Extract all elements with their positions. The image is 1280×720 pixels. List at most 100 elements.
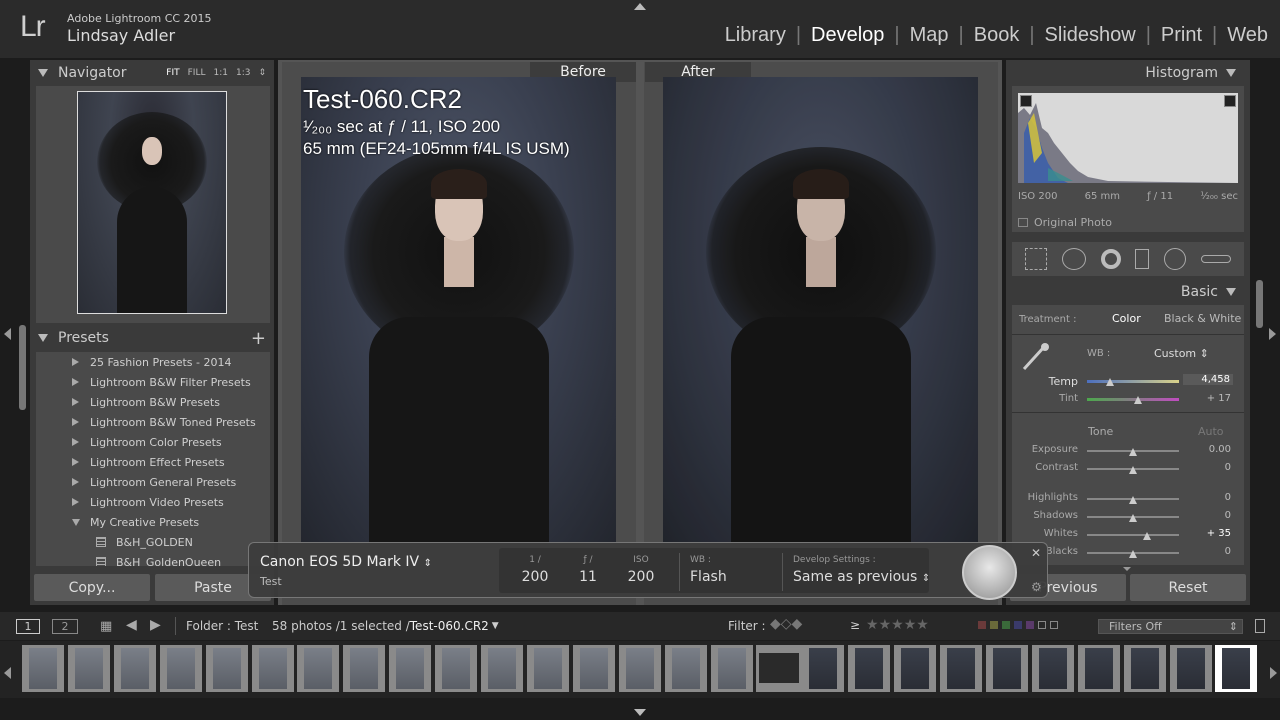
- hud-develop-settings[interactable]: Develop Settings : Same as previous ⇕: [793, 555, 930, 585]
- selected-filename[interactable]: Test-060.CR2: [410, 619, 489, 633]
- preset-folder[interactable]: Lightroom Effect Presets: [36, 452, 270, 472]
- temp-slider-track[interactable]: [1087, 380, 1179, 383]
- original-photo-toggle[interactable]: Original Photo: [1018, 216, 1112, 229]
- treatment-black-white[interactable]: Black & White: [1164, 312, 1241, 325]
- filmstrip-thumbnail[interactable]: [526, 645, 569, 692]
- temp-value-field[interactable]: 4,458: [1183, 374, 1233, 385]
- secondary-window-button[interactable]: 2: [52, 619, 78, 634]
- shadow-clipping-icon[interactable]: [1020, 95, 1032, 107]
- contrast-value[interactable]: 0: [1191, 462, 1231, 473]
- star-icon[interactable]: ★: [879, 617, 892, 633]
- navigator-header[interactable]: Navigator FIT FILL 1:1 1:3 ⇕: [30, 61, 274, 85]
- blacks-slider-knob[interactable]: [1129, 550, 1137, 558]
- whites-slider-knob[interactable]: [1142, 532, 1151, 540]
- module-map[interactable]: Map: [900, 24, 959, 47]
- preset-folder[interactable]: Lightroom General Presets: [36, 472, 270, 492]
- filmstrip-thumbnail[interactable]: [572, 645, 615, 692]
- left-panel-scrollbar[interactable]: [19, 325, 26, 410]
- exposure-slider-knob[interactable]: [1129, 448, 1137, 456]
- grid-view-icon[interactable]: ▦: [100, 619, 112, 634]
- no-label-icon[interactable]: [1038, 621, 1046, 629]
- filters-preset-select[interactable]: Filters Off ⇕: [1098, 619, 1243, 634]
- custom-label-icon[interactable]: [1050, 621, 1058, 629]
- filter-lock-icon[interactable]: [1255, 619, 1265, 633]
- navigator-thumbnail[interactable]: [77, 91, 227, 314]
- zoom-fit[interactable]: FIT: [166, 68, 179, 78]
- filmstrip-thumbnail[interactable]: [710, 645, 753, 692]
- wb-eyedropper-icon[interactable]: [1020, 342, 1052, 372]
- collapse-left-panel-icon[interactable]: [4, 328, 11, 340]
- module-slideshow[interactable]: Slideshow: [1035, 24, 1146, 47]
- right-panel-scrollbar[interactable]: [1256, 280, 1263, 328]
- hud-camera-select[interactable]: Canon EOS 5D Mark IV ⇕: [260, 554, 432, 570]
- filmstrip-thumbnail[interactable]: [435, 645, 478, 692]
- highlight-clipping-icon[interactable]: [1224, 95, 1236, 107]
- preset-folder[interactable]: Lightroom B&W Filter Presets: [36, 372, 270, 392]
- collapse-right-panel-icon[interactable]: [1269, 328, 1276, 340]
- shadows-value[interactable]: 0: [1191, 510, 1231, 521]
- filmstrip-thumbnail[interactable]: [22, 645, 64, 692]
- wb-select[interactable]: Custom ⇕: [1154, 347, 1209, 360]
- module-web[interactable]: Web: [1217, 24, 1268, 47]
- star-icon[interactable]: ★: [916, 617, 929, 633]
- histogram-graph[interactable]: [1018, 93, 1238, 183]
- graduated-filter-icon[interactable]: [1135, 249, 1150, 269]
- filmstrip-thumbnail[interactable]: [389, 645, 432, 692]
- filmstrip-thumbnail[interactable]: [802, 645, 845, 692]
- filmstrip-thumbnail[interactable]: [481, 645, 523, 692]
- add-preset-icon[interactable]: +: [251, 328, 266, 349]
- rating-filter-stars[interactable]: ★★★★★: [866, 617, 929, 633]
- filmstrip-thumbnail[interactable]: [343, 645, 386, 692]
- filmstrip-thumbnail[interactable]: [985, 645, 1028, 692]
- capture-button[interactable]: [962, 545, 1017, 600]
- treatment-color[interactable]: Color: [1112, 312, 1141, 325]
- basic-header[interactable]: Basic: [1012, 280, 1244, 304]
- collapse-bottom-panel-icon[interactable]: [634, 709, 646, 716]
- flag-filter-icons[interactable]: ◆◇◆: [770, 616, 802, 632]
- filmstrip-thumbnail[interactable]: [1031, 645, 1074, 692]
- filmstrip-thumbnail[interactable]: [894, 645, 937, 692]
- folder-source[interactable]: Folder : Test: [186, 619, 258, 633]
- filmstrip-thumbnail[interactable]: [664, 645, 707, 692]
- yellow-label-icon[interactable]: [990, 621, 998, 629]
- blacks-value[interactable]: 0: [1191, 546, 1231, 557]
- green-label-icon[interactable]: [1002, 621, 1010, 629]
- tint-slider-knob[interactable]: [1133, 396, 1142, 404]
- temp-slider-knob[interactable]: [1106, 378, 1114, 386]
- tint-value[interactable]: + 17: [1191, 393, 1231, 404]
- filmstrip-thumbnail[interactable]: [618, 645, 661, 692]
- module-book[interactable]: Book: [964, 24, 1030, 47]
- preset-folder[interactable]: Lightroom Video Presets: [36, 492, 270, 512]
- preset-item[interactable]: B&H_GoldenQueen: [36, 552, 270, 566]
- highlights-value[interactable]: 0: [1191, 492, 1231, 503]
- red-label-icon[interactable]: [978, 621, 986, 629]
- rating-gte-icon[interactable]: ≥: [850, 618, 860, 632]
- copy-button[interactable]: Copy...: [34, 574, 150, 601]
- zoom-fill[interactable]: FILL: [188, 68, 206, 78]
- filmstrip-thumbnail[interactable]: [756, 645, 803, 692]
- filmstrip-thumbnail[interactable]: [251, 645, 294, 692]
- whites-slider-track[interactable]: [1087, 534, 1179, 536]
- adjustment-brush-icon[interactable]: [1200, 255, 1231, 263]
- preset-item[interactable]: B&H_GOLDEN: [36, 532, 270, 552]
- filmstrip-thumbnail[interactable]: [113, 645, 156, 692]
- blue-label-icon[interactable]: [1014, 621, 1022, 629]
- zoom-1-3[interactable]: 1:3: [236, 68, 250, 78]
- highlights-slider-knob[interactable]: [1129, 496, 1137, 504]
- crop-icon[interactable]: [1025, 248, 1048, 270]
- next-photo-icon[interactable]: ▶: [150, 617, 161, 633]
- after-photo[interactable]: [663, 77, 978, 542]
- previous-photo-icon[interactable]: ◀: [126, 617, 137, 633]
- zoom-stepper-icon[interactable]: ⇕: [258, 68, 266, 78]
- filmstrip-thumbnail[interactable]: [1169, 645, 1212, 692]
- module-print[interactable]: Print: [1151, 24, 1212, 47]
- whites-value[interactable]: + 35: [1191, 528, 1231, 539]
- shadows-slider-knob[interactable]: [1129, 514, 1137, 522]
- reset-button[interactable]: Reset: [1130, 574, 1246, 601]
- purple-label-icon[interactable]: [1026, 621, 1034, 629]
- filmstrip-thumbnail[interactable]: [297, 645, 340, 692]
- star-icon[interactable]: ★: [891, 617, 904, 633]
- module-library[interactable]: Library: [715, 24, 796, 47]
- preset-folder[interactable]: Lightroom B&W Toned Presets: [36, 412, 270, 432]
- collapse-top-panel-icon[interactable]: [634, 3, 646, 10]
